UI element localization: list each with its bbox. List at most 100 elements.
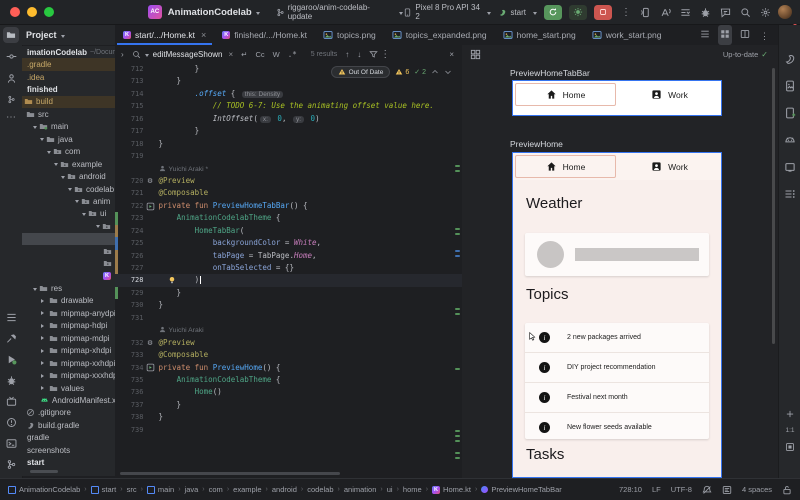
breadcrumb-item[interactable]: src bbox=[127, 485, 137, 494]
tree-item-com[interactable]: com bbox=[22, 146, 115, 158]
tree-item-src[interactable]: src bbox=[22, 108, 115, 120]
preview-home-tab-bar-frame[interactable]: Home Work bbox=[512, 80, 722, 116]
tree-item[interactable] bbox=[22, 233, 115, 245]
chevron-right-icon[interactable] bbox=[41, 386, 46, 390]
whole-words-toggle[interactable]: W bbox=[273, 50, 280, 59]
pull-requests-icon[interactable] bbox=[6, 73, 17, 84]
code-line[interactable]: 731 bbox=[115, 312, 462, 324]
run-preview-icon[interactable] bbox=[144, 200, 157, 212]
clear-search-icon[interactable]: × bbox=[229, 50, 234, 59]
close-search-icon[interactable]: × bbox=[449, 50, 454, 59]
out-of-date-chip[interactable]: Out Of Date bbox=[331, 66, 391, 78]
editor-tab[interactable]: topics_expanded.png bbox=[384, 25, 495, 45]
run-icon[interactable] bbox=[6, 354, 17, 365]
newline-toggle[interactable]: ↵ bbox=[241, 50, 247, 59]
tree-item-androidmanifest-xn[interactable]: AndroidManifest.xn bbox=[22, 394, 115, 406]
device-selector[interactable]: Pixel 8 Pro API 34 2 bbox=[403, 3, 491, 21]
code-line[interactable]: 736 Home() bbox=[115, 386, 462, 398]
tree-item-ui[interactable]: ui bbox=[22, 208, 115, 220]
tree-item--idea[interactable]: .idea bbox=[22, 71, 115, 83]
sync-icon[interactable] bbox=[660, 7, 671, 18]
run-preview-icon[interactable] bbox=[144, 362, 157, 374]
unlock-icon[interactable] bbox=[782, 485, 792, 495]
project-panel-title[interactable]: Project bbox=[26, 30, 57, 40]
caret-position[interactable]: 728:10 bbox=[619, 485, 642, 494]
ok-count[interactable]: ✓2 bbox=[414, 68, 426, 76]
code-line[interactable]: 735 AnimationCodelabTheme { bbox=[115, 374, 462, 386]
file-encoding[interactable]: UTF-8 bbox=[671, 485, 692, 494]
chevron-down-icon[interactable] bbox=[47, 151, 51, 156]
search-input[interactable]: editMessageShown bbox=[153, 50, 223, 59]
tree-item-java[interactable]: java bbox=[22, 133, 115, 145]
chevron-down-icon[interactable] bbox=[33, 126, 37, 131]
project-tree[interactable]: imationCodelab~/Documen.gradle.ideafinis… bbox=[22, 46, 115, 476]
emulator-icon[interactable] bbox=[784, 161, 796, 173]
terminal-icon[interactable] bbox=[6, 438, 17, 449]
tree-item--gradle[interactable]: .gradle bbox=[22, 58, 115, 70]
tree-item[interactable] bbox=[22, 257, 115, 269]
indent-setting[interactable]: 4 spaces bbox=[742, 485, 772, 494]
zoom-fit-icon[interactable] bbox=[785, 442, 795, 452]
tree-item-mipmap-hdpi[interactable]: mipmap-hdpi bbox=[22, 320, 115, 332]
tree-item-res[interactable]: res bbox=[22, 282, 115, 294]
tree-item-main[interactable]: main bbox=[22, 121, 115, 133]
code-line[interactable]: 733@Composable bbox=[115, 349, 462, 361]
breadcrumb-item[interactable]: java bbox=[185, 485, 199, 494]
code-line[interactable]: 716 IntOffset(x: 0, y: 0) bbox=[115, 113, 462, 125]
chevron-down-icon[interactable] bbox=[40, 138, 44, 143]
tree-item-imationcodelab[interactable]: imationCodelab~/Documen bbox=[22, 46, 115, 58]
next-problem-icon[interactable] bbox=[444, 68, 452, 76]
author-annotation[interactable]: Yuichi Araki bbox=[115, 324, 462, 336]
editor-error-stripe[interactable] bbox=[455, 63, 461, 478]
tree-item-build[interactable]: build bbox=[22, 96, 115, 108]
preview-scrollbar[interactable] bbox=[772, 68, 775, 344]
breadcrumb-item[interactable]: AnimationCodelab bbox=[8, 485, 80, 494]
breadcrumb-item[interactable]: animation bbox=[344, 485, 377, 494]
tree-item-screenshots[interactable]: screenshots bbox=[22, 444, 115, 456]
close-tab-icon[interactable]: × bbox=[201, 30, 206, 40]
chevron-down-icon[interactable] bbox=[82, 213, 86, 218]
tree-item-mipmap-mdpi[interactable]: mipmap-mdpi bbox=[22, 332, 115, 344]
code-line[interactable]: 722private fun PreviewHomeTabBar() { bbox=[115, 200, 462, 212]
tree-item-mipmap-xhdpi[interactable]: mipmap-xhdpi bbox=[22, 345, 115, 357]
code-line[interactable]: 726 tabPage = TabPage.Home, bbox=[115, 250, 462, 262]
tree-item[interactable] bbox=[22, 220, 115, 232]
code-line[interactable]: 723 AnimationCodelabTheme { bbox=[115, 212, 462, 224]
warning-count[interactable]: 6 bbox=[395, 68, 409, 76]
chevron-down-icon[interactable] bbox=[33, 288, 37, 293]
editor-horizontal-scrollbar[interactable] bbox=[120, 472, 340, 475]
code-line[interactable]: 717 } bbox=[115, 125, 462, 137]
chevron-right-icon[interactable] bbox=[41, 311, 46, 315]
close-window-button[interactable] bbox=[10, 7, 20, 17]
more-kebab-icon[interactable]: ⋮ bbox=[378, 49, 392, 60]
zoom-window-button[interactable] bbox=[44, 7, 54, 17]
logcat-icon[interactable] bbox=[6, 396, 17, 407]
breadcrumb-item[interactable]: main bbox=[147, 485, 174, 494]
match-case-toggle[interactable]: Cc bbox=[255, 50, 264, 59]
previous-occurrence-icon[interactable]: ↑ bbox=[345, 50, 349, 59]
expand-search-icon[interactable]: › bbox=[121, 50, 124, 59]
preview-settings-icon[interactable]: ⚙ bbox=[144, 337, 157, 349]
rows-layout-icon[interactable] bbox=[698, 25, 712, 45]
app-insights-icon[interactable] bbox=[784, 134, 796, 146]
more-kebab-icon[interactable]: ⋮ bbox=[619, 7, 633, 18]
code-line[interactable]: 725 backgroundColor = White, bbox=[115, 237, 462, 249]
chevron-down-icon[interactable] bbox=[68, 188, 72, 193]
code-line[interactable]: 719 bbox=[115, 150, 462, 162]
branch-widget[interactable]: riggaroo/anim-codelab-update bbox=[276, 3, 404, 21]
rerun-button[interactable] bbox=[544, 5, 562, 20]
chevron-down-icon[interactable] bbox=[61, 176, 65, 181]
more-kebab-icon[interactable]: ⋮ bbox=[758, 25, 771, 45]
chevron-right-icon[interactable] bbox=[41, 349, 46, 353]
code-line[interactable]: 721@Composable bbox=[115, 187, 462, 199]
next-occurrence-icon[interactable]: ↓ bbox=[357, 50, 361, 59]
tree-item[interactable] bbox=[22, 245, 115, 257]
chevron-right-icon[interactable] bbox=[41, 361, 46, 365]
breadcrumb-item[interactable]: example bbox=[233, 485, 261, 494]
tree-item-values[interactable]: values bbox=[22, 382, 115, 394]
preview-settings-icon[interactable]: ⚙ bbox=[144, 175, 157, 187]
running-devices-icon[interactable] bbox=[784, 80, 796, 92]
build-hammer-icon[interactable] bbox=[6, 333, 17, 344]
code-line[interactable]: 729 } bbox=[115, 287, 462, 299]
filter-icon[interactable] bbox=[369, 50, 378, 59]
